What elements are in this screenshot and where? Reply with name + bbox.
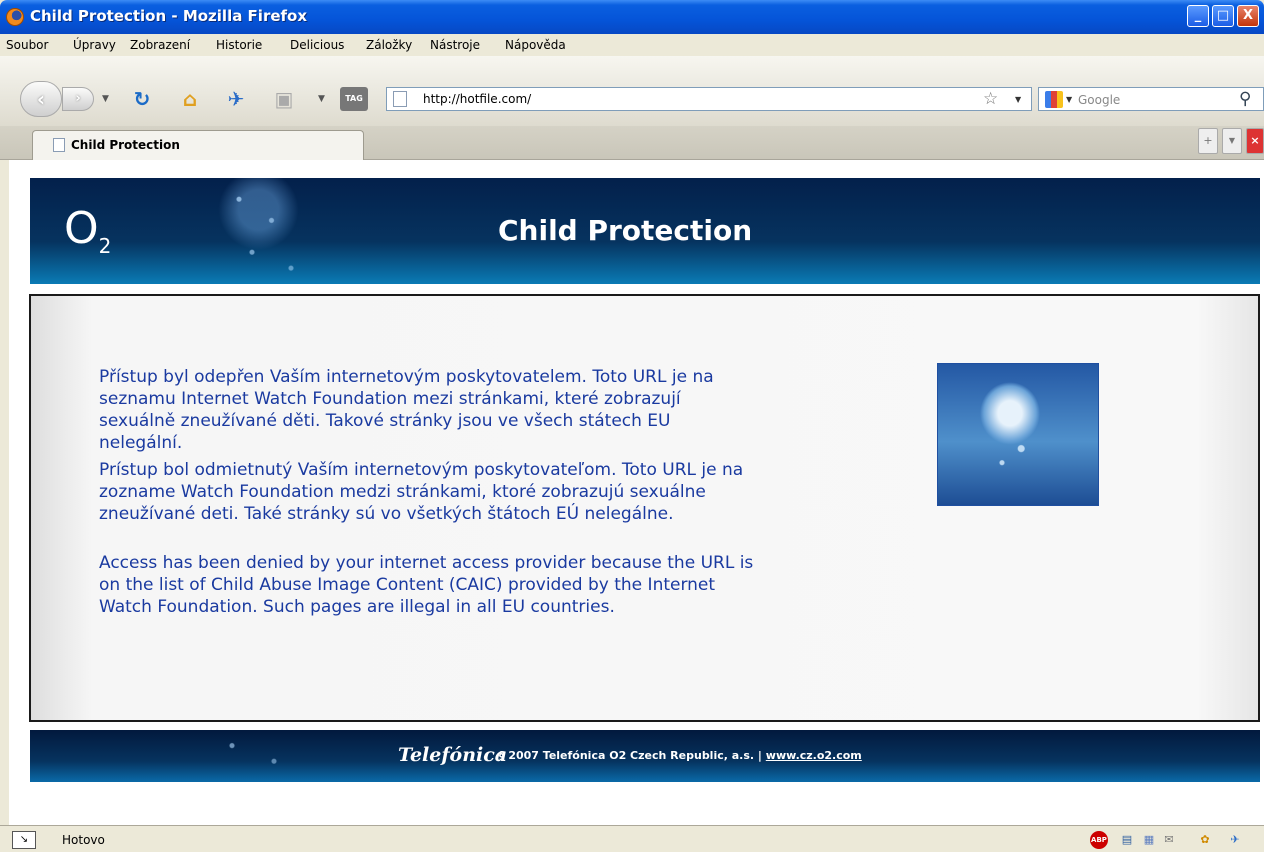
menu-bar: Soubor Úpravy Zobrazení Historie Delicio… [0, 34, 1264, 56]
message-czech: Přístup byl odepřen Vaším internetovým p… [99, 367, 714, 453]
star-icon[interactable]: ☆ [983, 89, 998, 109]
adblock-icon[interactable]: ABP [1090, 831, 1108, 849]
menu-upravy[interactable]: Úpravy [73, 38, 116, 52]
url-dropdown-icon[interactable]: ▼ [1015, 95, 1021, 104]
navigation-toolbar: ‹ › ▼ ↻ ⌂ ✈ ▣ ▼ TAG http://hotfile.com/ … [0, 56, 1264, 126]
extension-icon[interactable]: ✿ [1196, 831, 1214, 849]
menu-delicious[interactable]: Delicious [290, 38, 344, 52]
copyright-text: § 2007 Telefónica O2 Czech Republic, a.s… [499, 749, 862, 762]
new-tab-button[interactable]: + [1198, 128, 1218, 154]
search-icon[interactable]: ⚲ [1239, 89, 1251, 109]
footer-bubbles-image [190, 730, 330, 782]
back-arrow-icon: ‹ [36, 87, 46, 111]
back-button[interactable]: ‹ [20, 81, 62, 117]
telefonica-logo: Telefónica [398, 744, 508, 766]
menu-historie[interactable]: Historie [216, 38, 262, 52]
home-icon[interactable]: ⌂ [178, 87, 202, 111]
maximize-button[interactable]: □ [1212, 5, 1234, 27]
browser-window: Child Protection - Mozilla Firefox _ □ X… [0, 0, 1264, 852]
menu-soubor[interactable]: Soubor [6, 38, 48, 52]
message-english: Access has been denied by your internet … [99, 553, 754, 617]
title-bar: Child Protection - Mozilla Firefox _ □ X [0, 0, 1264, 34]
mail-icon[interactable]: ✉ [1160, 831, 1178, 849]
search-box[interactable]: ▼ Google ⚲ [1038, 87, 1264, 111]
tab-page-icon [53, 138, 65, 152]
reload-icon[interactable]: ↻ [130, 87, 154, 111]
search-input[interactable]: Google [1078, 93, 1120, 107]
address-bar[interactable]: http://hotfile.com/ ☆ ▼ [386, 87, 1032, 111]
sync-icon[interactable]: ▦ [1140, 831, 1158, 849]
delicious-status-icon[interactable]: ✈ [1226, 831, 1244, 849]
status-resize-icon: ↘ [12, 831, 36, 849]
page-icon [393, 91, 407, 107]
status-text: Hotovo [62, 833, 105, 847]
url-text[interactable]: http://hotfile.com/ [423, 92, 531, 106]
tab-list-icon[interactable]: ▼ [1222, 128, 1242, 154]
google-icon[interactable] [1045, 91, 1063, 108]
footer-banner: Telefónica § 2007 Telefónica O2 Czech Re… [30, 730, 1260, 782]
menu-zalozky[interactable]: Záložky [366, 38, 412, 52]
bookmark-page-icon[interactable]: ▣ [272, 87, 296, 111]
tab-strip: Child Protection [0, 126, 1264, 160]
delicious-bookmark-icon[interactable]: ✈ [224, 87, 248, 111]
message-slovak: Prístup bol odmietnutý Vaším internetový… [99, 460, 744, 524]
header-banner: O2 Child Protection [30, 178, 1260, 284]
window-title: Child Protection - Mozilla Firefox [30, 7, 308, 25]
status-bar: ↘ Hotovo ABP ▤ ▦ ✉ ✿ ✈ [0, 825, 1264, 852]
forward-arrow-icon: › [75, 91, 81, 106]
menu-zobrazeni[interactable]: Zobrazení [130, 38, 190, 52]
close-button[interactable]: X [1237, 5, 1259, 27]
o2-website-link[interactable]: www.cz.o2.com [766, 749, 862, 762]
copyright-label: § 2007 Telefónica O2 Czech Republic, a.s… [499, 749, 762, 762]
addon-icon[interactable]: ▤ [1118, 831, 1136, 849]
minimize-button[interactable]: _ [1187, 5, 1209, 27]
o2-logo: O2 [64, 203, 112, 259]
bubbles-image [200, 178, 330, 284]
page-content: O2 Child Protection Přístup byl odepřen … [9, 160, 1264, 825]
menu-napoveda[interactable]: Nápověda [505, 38, 566, 52]
page-title: Child Protection [498, 214, 753, 247]
water-drop-image [937, 363, 1099, 506]
menu-nastroje[interactable]: Nástroje [430, 38, 480, 52]
tab-child-protection[interactable]: Child Protection [32, 130, 364, 160]
bookmark-dropdown-icon[interactable]: ▼ [318, 94, 325, 104]
history-dropdown-icon[interactable]: ▼ [102, 94, 109, 104]
engine-dropdown-icon[interactable]: ▼ [1066, 95, 1072, 104]
close-tab-icon[interactable]: × [1246, 128, 1264, 154]
tab-label: Child Protection [71, 138, 180, 152]
tag-icon[interactable]: TAG [340, 87, 368, 111]
message-box: Přístup byl odepřen Vaším internetovým p… [29, 294, 1260, 722]
forward-button[interactable]: › [62, 87, 94, 111]
firefox-icon [6, 8, 24, 26]
